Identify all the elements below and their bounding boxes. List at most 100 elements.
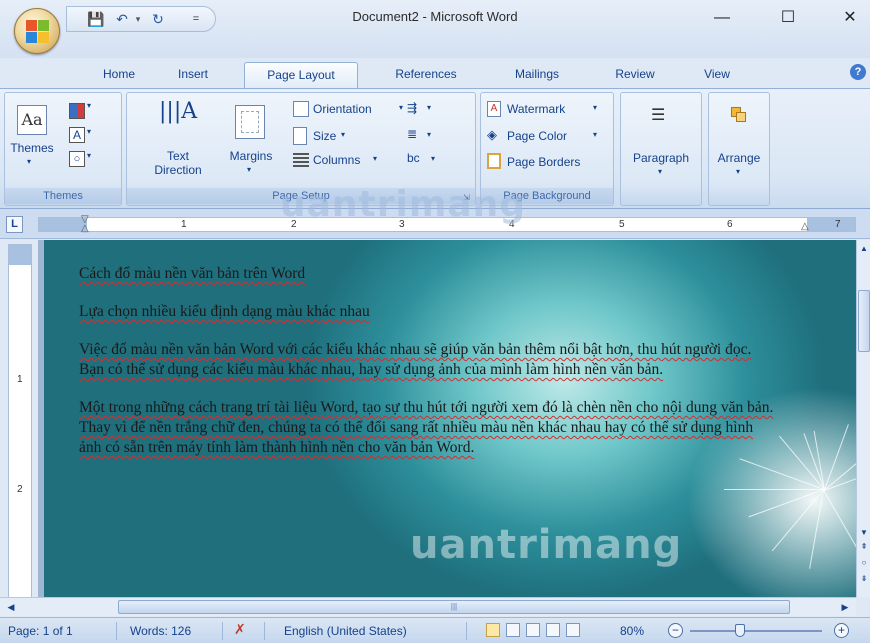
tab-insert[interactable]: Insert	[164, 62, 222, 88]
tab-selector-button[interactable]: L	[6, 216, 23, 233]
scroll-right-icon[interactable]: ▶	[838, 600, 852, 614]
full-screen-reading-icon[interactable]	[506, 623, 520, 637]
web-layout-icon[interactable]	[526, 623, 540, 637]
doc-paragraph: Cách đổ màu nền văn bản trên Word	[79, 265, 306, 282]
doc-paragraph: Lựa chọn nhiều kiểu định dạng màu khác n…	[79, 303, 370, 320]
tab-references[interactable]: References	[378, 62, 474, 88]
page-color-button[interactable]: Page Color	[507, 129, 567, 143]
scroll-left-icon[interactable]: ◀	[4, 600, 18, 614]
orientation-icon	[293, 101, 309, 117]
margins-dropdown-icon: ▾	[247, 165, 252, 174]
vertical-scroll-thumb[interactable]	[858, 290, 870, 352]
document-text[interactable]: Cách đổ màu nền văn bản trên Word Lựa ch…	[79, 264, 779, 476]
size-icon	[293, 127, 307, 145]
tab-review[interactable]: Review	[602, 62, 668, 88]
page-count[interactable]: Page: 1 of 1	[8, 624, 73, 638]
vertical-scrollbar[interactable]: ▲ ▼ ⇞ ○ ⇟	[856, 240, 870, 597]
scroll-up-icon[interactable]: ▲	[858, 242, 870, 256]
horizontal-scroll-thumb[interactable]: |||	[118, 600, 790, 614]
print-layout-view-icon[interactable]	[486, 623, 500, 637]
watermark-icon: A	[487, 101, 501, 117]
zoom-slider-thumb[interactable]	[735, 624, 745, 637]
document-area: Cách đổ màu nền văn bản trên Word Lựa ch…	[38, 240, 856, 597]
vruler-number: 1	[17, 374, 23, 385]
page-borders-button[interactable]: Page Borders	[507, 155, 580, 169]
ruler-right-margin	[807, 218, 855, 231]
margins-button[interactable]: Margins	[223, 149, 279, 163]
zoom-slider[interactable]	[690, 630, 822, 632]
indent-marker-icon[interactable]: ▽ △	[81, 215, 93, 234]
tab-page-layout[interactable]: Page Layout	[244, 62, 358, 88]
right-indent-icon[interactable]: △	[801, 222, 813, 232]
ruler-number: 6	[727, 219, 733, 230]
vertical-ruler-margin	[9, 245, 31, 265]
select-browse-object-icon[interactable]: ○	[858, 556, 870, 570]
close-button[interactable]: ✕	[830, 4, 870, 32]
scroll-down-icon[interactable]: ▼	[858, 526, 870, 540]
language-indicator[interactable]: English (United States)	[284, 624, 407, 638]
help-icon[interactable]: ?	[850, 64, 866, 80]
breaks-icon[interactable]: ⇶	[407, 101, 425, 117]
paragraph-button[interactable]: Paragraph	[621, 151, 701, 165]
minimize-button[interactable]: —	[702, 4, 742, 32]
text-direction-label-2[interactable]: Direction	[135, 163, 221, 177]
line-numbers-dropdown-icon: ▾	[427, 130, 432, 139]
draft-view-icon[interactable]	[566, 623, 580, 637]
document-page[interactable]: Cách đổ màu nền văn bản trên Word Lựa ch…	[44, 240, 856, 597]
ribbon-tabs: Home Insert Page Layout References Maili…	[0, 58, 870, 88]
zoom-out-button[interactable]: −	[668, 623, 683, 638]
next-page-icon[interactable]: ⇟	[858, 572, 870, 586]
theme-colors-icon[interactable]	[69, 103, 85, 119]
watermark-dropdown-icon: ▾	[593, 103, 598, 112]
line-numbers-icon[interactable]: ≣	[407, 127, 425, 143]
horizontal-scrollbar[interactable]: ◀ ||| ▶	[0, 597, 856, 616]
arrange-button[interactable]: Arrange	[709, 151, 769, 165]
proofing-error-icon[interactable]: ✗	[234, 621, 246, 638]
arrange-dropdown-icon: ▾	[736, 167, 741, 176]
size-button[interactable]: Size	[313, 129, 336, 143]
group-paragraph: ☰ Paragraph ▾	[620, 92, 702, 206]
ruler-number: 1	[181, 219, 187, 230]
doc-paragraph: Việc đổ màu nền văn bản Word với các kiể…	[79, 341, 752, 378]
themes-button[interactable]: Themes	[5, 141, 59, 155]
text-direction-icon: |||A	[159, 99, 198, 124]
word-count[interactable]: Words: 126	[130, 624, 191, 638]
columns-dropdown-icon: ▾	[373, 154, 378, 163]
theme-fonts-dropdown-icon: ▾	[87, 127, 92, 136]
tab-home[interactable]: Home	[86, 62, 152, 88]
zoom-level[interactable]: 80%	[620, 624, 644, 638]
paragraph-icon: ☰	[651, 107, 666, 124]
size-dropdown-icon: ▾	[341, 130, 346, 139]
theme-effects-icon[interactable]: ○	[69, 151, 85, 167]
page-borders-icon	[487, 153, 501, 169]
doc-paragraph: Một trong những cách trang trí tài liệu …	[79, 399, 774, 456]
tab-view[interactable]: View	[690, 62, 744, 88]
hyphenation-icon[interactable]: bc	[407, 151, 429, 167]
outline-view-icon[interactable]	[546, 623, 560, 637]
orientation-dropdown-icon: ▾	[399, 103, 404, 112]
ruler-number: 7	[835, 219, 841, 230]
columns-button[interactable]: Columns	[313, 153, 360, 167]
themes-dropdown-icon: ▾	[27, 157, 32, 166]
tab-mailings[interactable]: Mailings	[496, 62, 578, 88]
group-themes: Aa Themes ▾ ▾ A ▾ ○ ▾ Themes	[4, 92, 122, 206]
ruler-left-margin	[39, 218, 87, 231]
themes-icon: Aa	[17, 105, 47, 135]
vruler-number: 2	[17, 484, 23, 495]
hyphenation-dropdown-icon: ▾	[431, 154, 436, 163]
vertical-ruler[interactable]: 1 2	[8, 244, 32, 600]
maximize-button[interactable]: ☐	[768, 4, 808, 32]
columns-icon	[293, 153, 309, 167]
theme-fonts-icon[interactable]: A	[69, 127, 85, 143]
text-direction-label-1[interactable]: Text	[139, 149, 217, 163]
margins-icon	[235, 105, 265, 139]
status-bar: Page: 1 of 1 Words: 126 ✗ English (Unite…	[0, 617, 870, 643]
ruler-number: 5	[619, 219, 625, 230]
group-arrange: Arrange ▾	[708, 92, 770, 206]
watermark-button[interactable]: Watermark	[507, 102, 565, 116]
paragraph-dropdown-icon: ▾	[658, 167, 663, 176]
previous-page-icon[interactable]: ⇞	[858, 540, 870, 554]
orientation-button[interactable]: Orientation	[313, 102, 372, 116]
zoom-in-button[interactable]: +	[834, 623, 849, 638]
group-label-themes: Themes	[5, 188, 121, 204]
